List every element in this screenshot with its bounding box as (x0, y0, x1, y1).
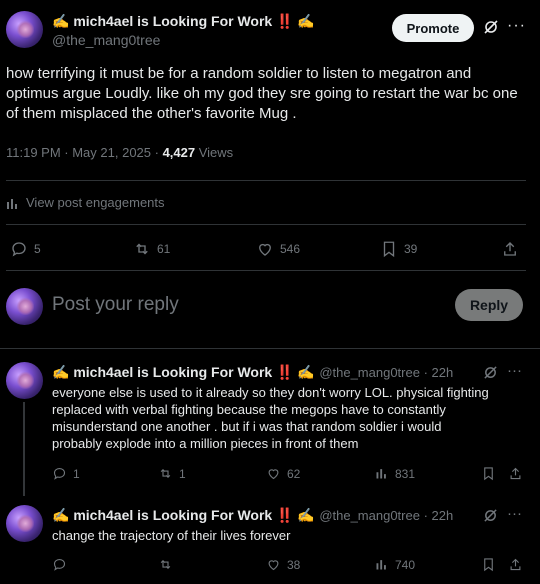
views-action[interactable]: 831 (374, 466, 415, 481)
like-action[interactable]: 546 (256, 240, 300, 258)
heart-icon (268, 469, 279, 480)
reply-count: 5 (34, 242, 41, 256)
reply-avatar[interactable] (6, 362, 43, 399)
reply-icon (12, 242, 26, 257)
thread-line (23, 402, 25, 496)
author-name[interactable]: ✍️ mich4ael is Looking For Work ‼️ ✍️ (52, 13, 315, 30)
divider (6, 224, 526, 225)
analytics-icon (376, 560, 386, 570)
reply-avatar[interactable] (6, 505, 43, 542)
analytics-icon (376, 469, 386, 479)
reply-header: ✍️ mich4ael is Looking For Work ‼️ ✍️ @t… (52, 364, 453, 382)
like-count: 546 (280, 242, 301, 256)
post-text: how terrifying it must be for a random s… (6, 65, 518, 122)
repost-count: 61 (157, 242, 171, 256)
author-avatar[interactable] (6, 11, 43, 48)
author-handle[interactable]: @the_mang0tree (52, 32, 160, 48)
post-meta: 11:19 PM · May 21, 2025 · 4,427 Views (6, 145, 233, 160)
bookmark-action[interactable] (481, 557, 496, 572)
repost-icon (136, 243, 148, 255)
repost-action[interactable] (158, 557, 179, 572)
like-count: 38 (287, 557, 301, 572)
grok-icon[interactable] (483, 365, 498, 385)
bookmark-action[interactable] (481, 466, 496, 481)
more-icon[interactable]: ··· (507, 17, 526, 35)
bookmark-icon (484, 467, 493, 481)
repost-action[interactable]: 1 (158, 466, 186, 481)
reply-icon (53, 558, 66, 571)
more-icon[interactable]: ··· (507, 362, 522, 379)
grok-icon[interactable] (483, 19, 499, 40)
reply-input[interactable]: Post your reply (52, 294, 179, 316)
divider (6, 270, 526, 271)
grok-icon[interactable] (483, 508, 498, 528)
like-count: 62 (287, 466, 301, 481)
reply-count: 1 (73, 466, 80, 481)
share-action[interactable] (508, 466, 523, 481)
post-timestamp[interactable]: 11:19 PM · May 21, 2025 · (6, 145, 163, 160)
divider (6, 180, 526, 181)
reply-action[interactable]: 1 (52, 466, 80, 481)
views-count: 831 (395, 466, 416, 481)
share-icon (510, 467, 521, 480)
share-action[interactable] (508, 557, 523, 572)
reply-button[interactable]: Reply (455, 289, 523, 321)
reply-action[interactable] (52, 557, 73, 572)
repost-action[interactable]: 61 (133, 240, 170, 258)
bookmark-count: 39 (404, 242, 418, 256)
divider (0, 348, 540, 349)
share-icon (504, 242, 516, 256)
repost-icon (160, 468, 171, 479)
views-label: Views (195, 145, 234, 160)
reply-action[interactable]: 5 (10, 240, 41, 258)
user-avatar[interactable] (6, 288, 43, 325)
analytics-icon (7, 198, 17, 209)
reply-icon (53, 467, 66, 480)
reply-header: ✍️ mich4ael is Looking For Work ‼️ ✍️ @t… (52, 507, 453, 525)
reply-text: everyone else is used to it already so t… (52, 385, 489, 451)
like-action[interactable]: 38 (266, 557, 300, 572)
view-engagements-label: View post engagements (26, 195, 165, 210)
views-count: 740 (395, 557, 416, 572)
heart-icon (259, 243, 271, 256)
view-engagements-link[interactable]: View post engagements (6, 195, 165, 210)
reply-timestamp[interactable]: · 22h (420, 508, 454, 523)
reply-text: change the trajectory of their lives for… (52, 528, 291, 543)
views-count: 4,427 (162, 145, 196, 160)
views-action[interactable]: 740 (374, 557, 415, 572)
like-action[interactable]: 62 (266, 466, 300, 481)
heart-icon (268, 560, 279, 571)
bookmark-action[interactable]: 39 (380, 240, 417, 258)
reply-author-name[interactable]: ✍️ mich4ael is Looking For Work ‼️ ✍️ (52, 364, 315, 380)
reply-timestamp[interactable]: · 22h (420, 365, 454, 380)
share-action[interactable] (501, 240, 519, 258)
reply-author-handle[interactable]: @the_mang0tree (319, 365, 420, 380)
reply-author-handle[interactable]: @the_mang0tree (319, 508, 420, 523)
promote-button[interactable]: Promote (392, 14, 474, 42)
bookmark-icon (484, 558, 493, 572)
bookmark-icon (383, 241, 395, 258)
repost-icon (160, 559, 171, 570)
more-icon[interactable]: ··· (507, 505, 522, 522)
repost-count: 1 (179, 466, 186, 481)
reply-author-name[interactable]: ✍️ mich4ael is Looking For Work ‼️ ✍️ (52, 507, 315, 523)
share-icon (510, 558, 521, 571)
